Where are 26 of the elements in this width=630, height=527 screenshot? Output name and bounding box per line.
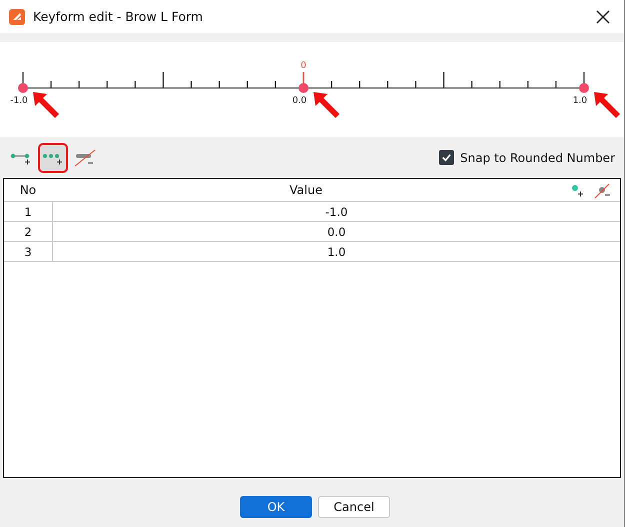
snap-checkbox[interactable]: Snap to Rounded Number xyxy=(439,150,615,165)
key-point[interactable] xyxy=(579,83,589,93)
add-keys-button[interactable] xyxy=(38,142,68,172)
column-header: Value xyxy=(288,183,324,197)
app-logo-icon xyxy=(9,8,25,24)
table-cell: 2 xyxy=(4,222,53,241)
key-label: 1.0 xyxy=(572,96,588,106)
remove-point-icon[interactable] xyxy=(594,183,612,199)
table-cell-text: -1.0 xyxy=(324,204,349,220)
current-value-label: 0 xyxy=(300,61,306,71)
key-point[interactable] xyxy=(298,83,308,93)
table-cell: 1 xyxy=(4,202,53,221)
cancel-button[interactable]: Cancel xyxy=(318,496,390,518)
checkmark-icon xyxy=(441,152,452,163)
ok-button[interactable]: OK xyxy=(240,496,312,518)
add-point-icon[interactable] xyxy=(570,183,584,197)
key-label: -1.0 xyxy=(10,96,28,106)
window-title: Keyform edit - Brow L Form xyxy=(33,9,204,24)
key-label: 0.0 xyxy=(292,96,307,106)
crossed-bar-minus-icon xyxy=(73,148,97,166)
table-cell-text: 1.0 xyxy=(326,244,347,260)
table-cell-text: 0.0 xyxy=(326,224,347,240)
key-point[interactable] xyxy=(18,83,28,93)
table-cell: 3 xyxy=(4,242,53,261)
column-header: No xyxy=(18,183,38,197)
close-icon[interactable] xyxy=(596,10,610,24)
